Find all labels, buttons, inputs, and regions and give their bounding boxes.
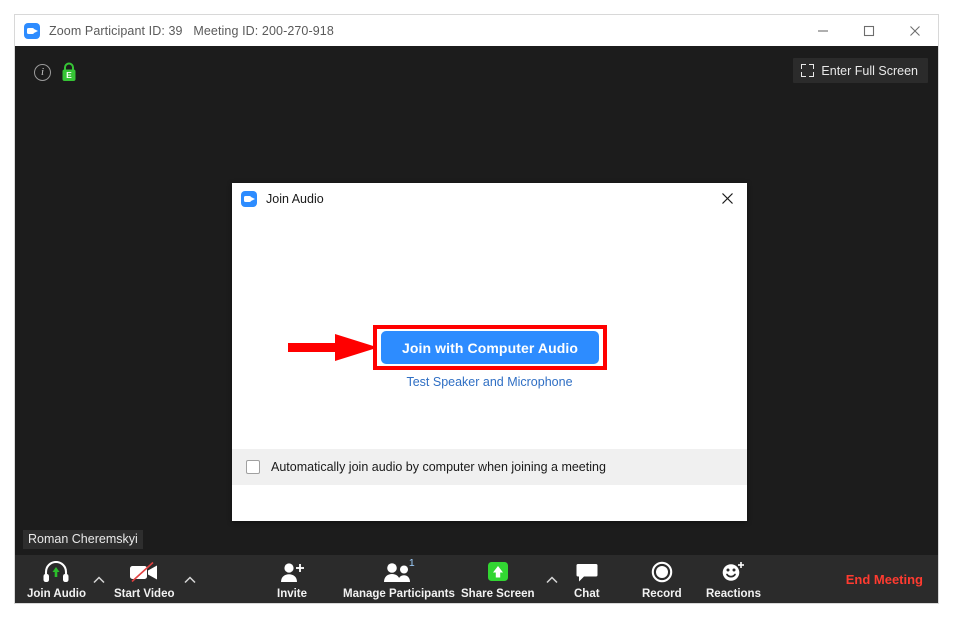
minimize-button[interactable] bbox=[800, 15, 846, 46]
maximize-button[interactable] bbox=[846, 15, 892, 46]
zoom-camera-icon bbox=[24, 22, 40, 39]
zoom-camera-icon bbox=[241, 190, 257, 207]
join-audio-options-caret-icon[interactable] bbox=[91, 572, 107, 588]
toolbar-label-invite: Invite bbox=[277, 588, 308, 600]
toolbar-label-reactions: Reactions bbox=[706, 588, 761, 600]
two-people-icon: 1 bbox=[383, 557, 415, 584]
end-meeting-button[interactable]: End Meeting bbox=[846, 572, 923, 587]
zoom-meeting-window: Zoom Participant ID: 39 Meeting ID: 200-… bbox=[14, 14, 939, 604]
close-button[interactable] bbox=[892, 15, 938, 46]
toolbar-item-manage-participants[interactable]: 1 Manage Participants bbox=[343, 557, 455, 600]
participants-count-badge: 1 bbox=[408, 557, 415, 569]
info-icon-glyph: i bbox=[40, 66, 45, 78]
toolbar-item-share-screen[interactable]: Share Screen bbox=[461, 560, 535, 600]
headset-with-green-up-arrow-icon bbox=[43, 560, 69, 584]
auto-join-audio-label: Automatically join audio by computer whe… bbox=[271, 460, 606, 474]
dialog-title-bar: Join Audio bbox=[232, 183, 747, 214]
toolbar-item-chat[interactable]: Chat bbox=[574, 560, 600, 600]
toolbar-label-share-screen: Share Screen bbox=[461, 588, 535, 600]
toolbar-label-join-audio: Join Audio bbox=[27, 588, 86, 600]
dialog-title: Join Audio bbox=[266, 191, 324, 206]
dialog-footer: Automatically join audio by computer whe… bbox=[232, 449, 747, 485]
join-audio-dialog: Join Audio Join with Computer Audio Test… bbox=[232, 183, 747, 521]
enter-full-screen-label: Enter Full Screen bbox=[821, 63, 918, 78]
toolbar-label-manage-participants: Manage Participants bbox=[343, 588, 455, 600]
green-lock-encrypted-icon[interactable]: E bbox=[60, 61, 78, 83]
self-participant-name: Roman Cheremskyi bbox=[23, 530, 143, 549]
title-bar-left-group: Zoom Participant ID: 39 Meeting ID: 200-… bbox=[15, 22, 800, 39]
test-speaker-and-microphone-link[interactable]: Test Speaker and Microphone bbox=[232, 375, 747, 389]
video-stage: i E Enter Full Screen Roman Cheremskyi J… bbox=[15, 46, 938, 557]
speech-bubble-icon bbox=[575, 560, 599, 584]
smiley-plus-icon bbox=[720, 560, 746, 584]
window-title-bar: Zoom Participant ID: 39 Meeting ID: 200-… bbox=[15, 15, 938, 46]
enter-full-screen-button[interactable]: Enter Full Screen bbox=[793, 58, 928, 83]
expand-icon bbox=[801, 64, 815, 77]
toolbar-item-reactions[interactable]: Reactions bbox=[706, 560, 761, 600]
window-title: Zoom Participant ID: 39 Meeting ID: 200-… bbox=[49, 23, 334, 38]
meeting-toolbar: Join Audio Start Video Invite 1 Manage P… bbox=[15, 555, 938, 603]
share-screen-options-caret-icon[interactable] bbox=[544, 572, 560, 588]
info-icon[interactable]: i bbox=[34, 64, 51, 81]
toolbar-item-invite[interactable]: Invite bbox=[277, 560, 307, 600]
toolbar-label-record: Record bbox=[642, 588, 682, 600]
dialog-body: Join with Computer Audio Test Speaker an… bbox=[232, 214, 747, 485]
toolbar-item-join-audio[interactable]: Join Audio bbox=[27, 560, 86, 600]
toolbar-item-start-video[interactable]: Start Video bbox=[114, 560, 175, 600]
svg-text:E: E bbox=[66, 70, 72, 80]
join-with-computer-audio-button[interactable]: Join with Computer Audio bbox=[381, 331, 599, 364]
video-camera-slashed-icon bbox=[129, 560, 159, 584]
record-circle-icon bbox=[650, 560, 674, 584]
dialog-close-button[interactable] bbox=[707, 183, 747, 214]
toolbar-item-record[interactable]: Record bbox=[642, 560, 682, 600]
auto-join-audio-checkbox[interactable] bbox=[246, 460, 260, 474]
video-options-caret-icon[interactable] bbox=[182, 572, 198, 588]
red-arrow-pointing-right bbox=[288, 334, 378, 361]
toolbar-label-start-video: Start Video bbox=[114, 588, 175, 600]
green-share-screen-up-arrow-icon bbox=[485, 560, 511, 584]
person-add-icon bbox=[279, 560, 305, 584]
toolbar-label-chat: Chat bbox=[574, 588, 600, 600]
